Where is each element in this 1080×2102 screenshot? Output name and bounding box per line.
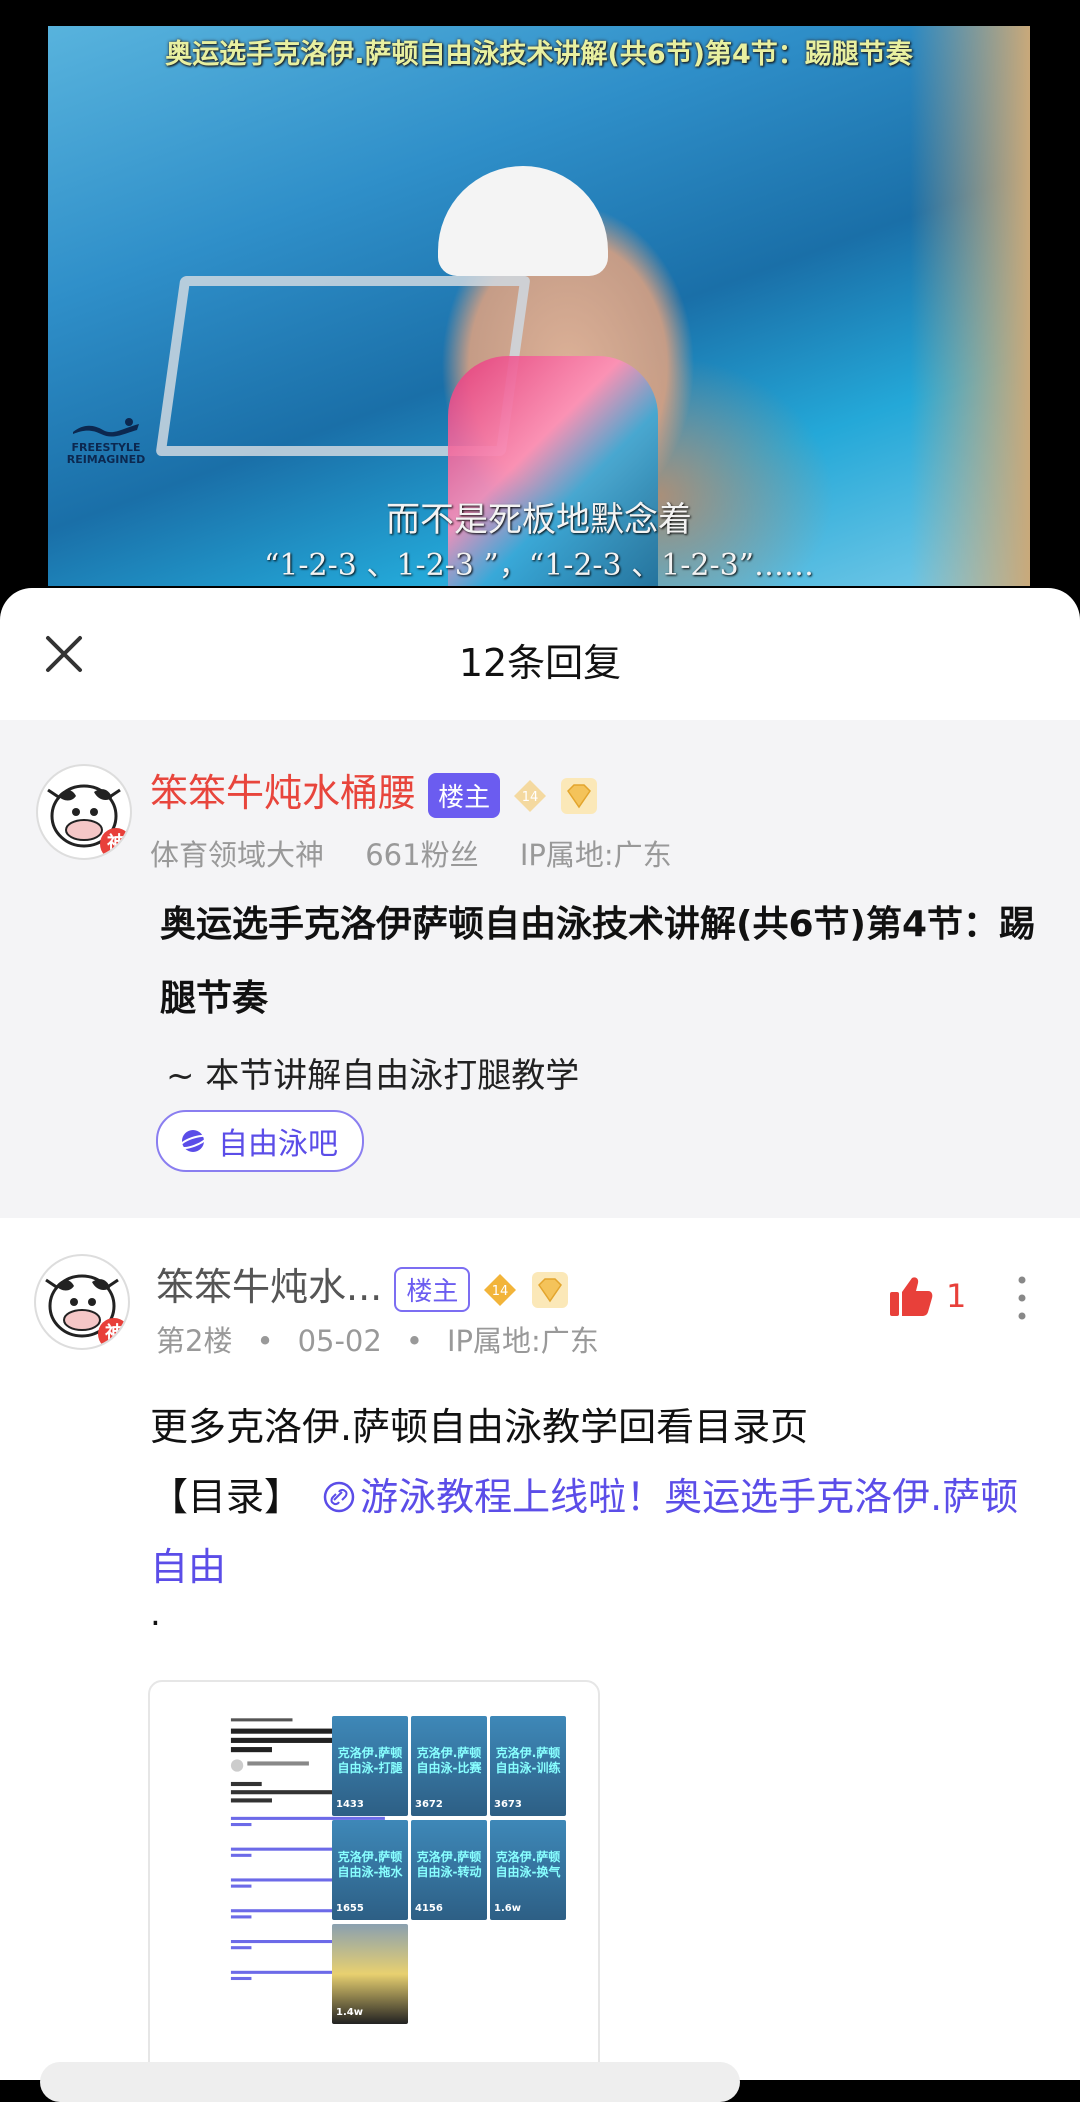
video-title: 奥运选手克洛伊.萨顿自由泳技术讲解(共6节)第4节：踢腿节奏 bbox=[165, 39, 913, 70]
ip-location: IP属地:广东 bbox=[519, 838, 672, 872]
card-label: 克洛伊.萨顿 自由泳-转动 bbox=[416, 1850, 482, 1879]
thumbs-up-icon bbox=[890, 1277, 933, 1316]
reply-link-line: 【目录】 游泳教程上线啦！奥运选手克洛伊.萨顿自由 bbox=[150, 1462, 1030, 1602]
link-icon bbox=[323, 1481, 355, 1513]
reply-meta: 第2楼 • 05-02 • IP属地:广东 bbox=[156, 1318, 599, 1360]
video-subtitle-line1: 而不是死板地默念着 bbox=[386, 500, 692, 540]
card-label: 克洛伊.萨顿 自由泳-打腿 bbox=[337, 1746, 403, 1775]
card-plays: 4156 bbox=[415, 1903, 443, 1914]
post-title: 奥运选手克洛伊萨顿自由泳技术讲解(共6节)第4节：踢腿节奏 bbox=[160, 904, 1036, 1019]
level-number: 14 bbox=[492, 1284, 509, 1299]
host-tag: 楼主 bbox=[394, 1267, 471, 1312]
avatar[interactable]: 神 bbox=[36, 764, 132, 860]
grid-video-card: 克洛伊.萨顿 自由泳-换气 1.6w bbox=[490, 1820, 566, 1920]
sheet-header: 12条回复 bbox=[0, 588, 1080, 720]
post-description: ~ 本节讲解自由泳打腿教学 bbox=[166, 1056, 580, 1096]
card-plays: 3673 bbox=[494, 1799, 522, 1810]
card-plays: 3672 bbox=[415, 1799, 443, 1810]
swimmer-logo-icon bbox=[73, 418, 139, 437]
reply-author-row: 笨笨牛炖水... 楼主 14 bbox=[156, 1256, 569, 1312]
replies-sheet: 12条回复 神 笨笨牛炖水桶腰 楼主 14 体育领域大神 661粉丝 IP属地:… bbox=[0, 588, 1080, 2080]
separator-dot: • bbox=[256, 1324, 274, 1358]
card-plays: 1.4w bbox=[336, 2007, 363, 2018]
sheet-title: 12条回复 bbox=[458, 641, 622, 685]
god-badge: 神 bbox=[100, 828, 130, 858]
card-plays: 1.6w bbox=[494, 1903, 521, 1914]
card-label: 克洛伊.萨顿 自由泳-训练 bbox=[495, 1746, 561, 1775]
op-author-row: 笨笨牛炖水桶腰 楼主 14 bbox=[150, 762, 598, 818]
diamond-member-icon bbox=[531, 1271, 568, 1308]
planet-icon bbox=[178, 1130, 208, 1152]
video-player[interactable]: 奥运选手克洛伊.萨顿自由泳技术讲解(共6节)第4节：踢腿节奏 FREESTYLE… bbox=[0, 0, 1080, 600]
separator-dot: • bbox=[405, 1324, 423, 1358]
author-name[interactable]: 笨笨牛炖水桶腰 bbox=[150, 771, 416, 815]
card-plays: 1655 bbox=[336, 1903, 364, 1914]
like-count: 1 bbox=[946, 1277, 967, 1315]
like-button[interactable]: 1 bbox=[888, 1274, 966, 1318]
god-badge: 神 bbox=[98, 1318, 128, 1348]
fan-count: 661粉丝 bbox=[365, 838, 479, 872]
floor-number: 第2楼 bbox=[156, 1324, 233, 1358]
forum-chip[interactable]: 自由泳吧 bbox=[156, 1110, 364, 1172]
reply-input-bar[interactable] bbox=[40, 2062, 740, 2102]
level-icon: 14 bbox=[514, 779, 547, 812]
ip-location: IP属地:广东 bbox=[446, 1324, 599, 1358]
forum-name: 自由泳吧 bbox=[218, 1127, 338, 1162]
avatar[interactable]: 神 bbox=[34, 1254, 130, 1350]
grid-video-card: 克洛伊.萨顿 自由泳-比赛 3672 bbox=[411, 1716, 487, 1816]
card-label: 克洛伊.萨顿 自由泳-比赛 bbox=[416, 1746, 482, 1775]
reply-content: 更多克洛伊.萨顿自由泳教学回看目录页 【目录】 游泳教程上线啦！奥运选手克洛伊.… bbox=[150, 1392, 1030, 1602]
reply-line: 更多克洛伊.萨顿自由泳教学回看目录页 bbox=[150, 1405, 809, 1449]
grid-video-card: 1.4w bbox=[332, 1924, 408, 2024]
card-label: 克洛伊.萨顿 自由泳-换气 bbox=[495, 1850, 561, 1879]
logo-text: FREESTYLE REIMAGINED bbox=[66, 441, 146, 466]
grid-video-card: 克洛伊.萨顿 自由泳-打腿 1433 bbox=[332, 1716, 408, 1816]
video-frame[interactable]: 奥运选手克洛伊.萨顿自由泳技术讲解(共6节)第4节：踢腿节奏 FREESTYLE… bbox=[48, 26, 1030, 586]
card-plays: 1433 bbox=[336, 1799, 364, 1810]
author-rank: 体育领域大神 bbox=[150, 838, 325, 872]
host-tag: 楼主 bbox=[428, 773, 501, 818]
level-icon: 14 bbox=[484, 1273, 517, 1306]
reply-dot: . bbox=[150, 1594, 161, 1634]
card-label: 克洛伊.萨顿 自由泳-拖水 bbox=[337, 1850, 403, 1879]
diamond-member-icon bbox=[561, 777, 598, 814]
grid-video-card: 克洛伊.萨顿 自由泳-训练 3673 bbox=[490, 1716, 566, 1816]
level-number: 14 bbox=[522, 790, 539, 805]
grid-video-card: 克洛伊.萨顿 自由泳-拖水 1655 bbox=[332, 1820, 408, 1920]
reply-image[interactable]: 克洛伊.萨顿 自由泳-打腿 1433 克洛伊.萨顿 自由泳-比赛 3672 克洛伊.… bbox=[148, 1680, 600, 2080]
reply-date: 05-02 bbox=[297, 1324, 382, 1358]
video-subtitle-line2: “1-2-3 、1-2-3 ”，“1-2-3 、1-2-3”…… bbox=[263, 548, 815, 583]
author-name[interactable]: 笨笨牛炖水... bbox=[156, 1265, 382, 1309]
freestyle-logo: FREESTYLE REIMAGINED bbox=[66, 416, 146, 466]
swim-cap bbox=[438, 166, 608, 276]
op-meta: 体育领域大神 661粉丝 IP属地:广东 bbox=[150, 832, 704, 874]
reply-prefix: 【目录】 bbox=[150, 1475, 303, 1519]
grid-video-card: 克洛伊.萨顿 自由泳-转动 4156 bbox=[411, 1820, 487, 1920]
more-options-icon[interactable] bbox=[1010, 1268, 1034, 1328]
